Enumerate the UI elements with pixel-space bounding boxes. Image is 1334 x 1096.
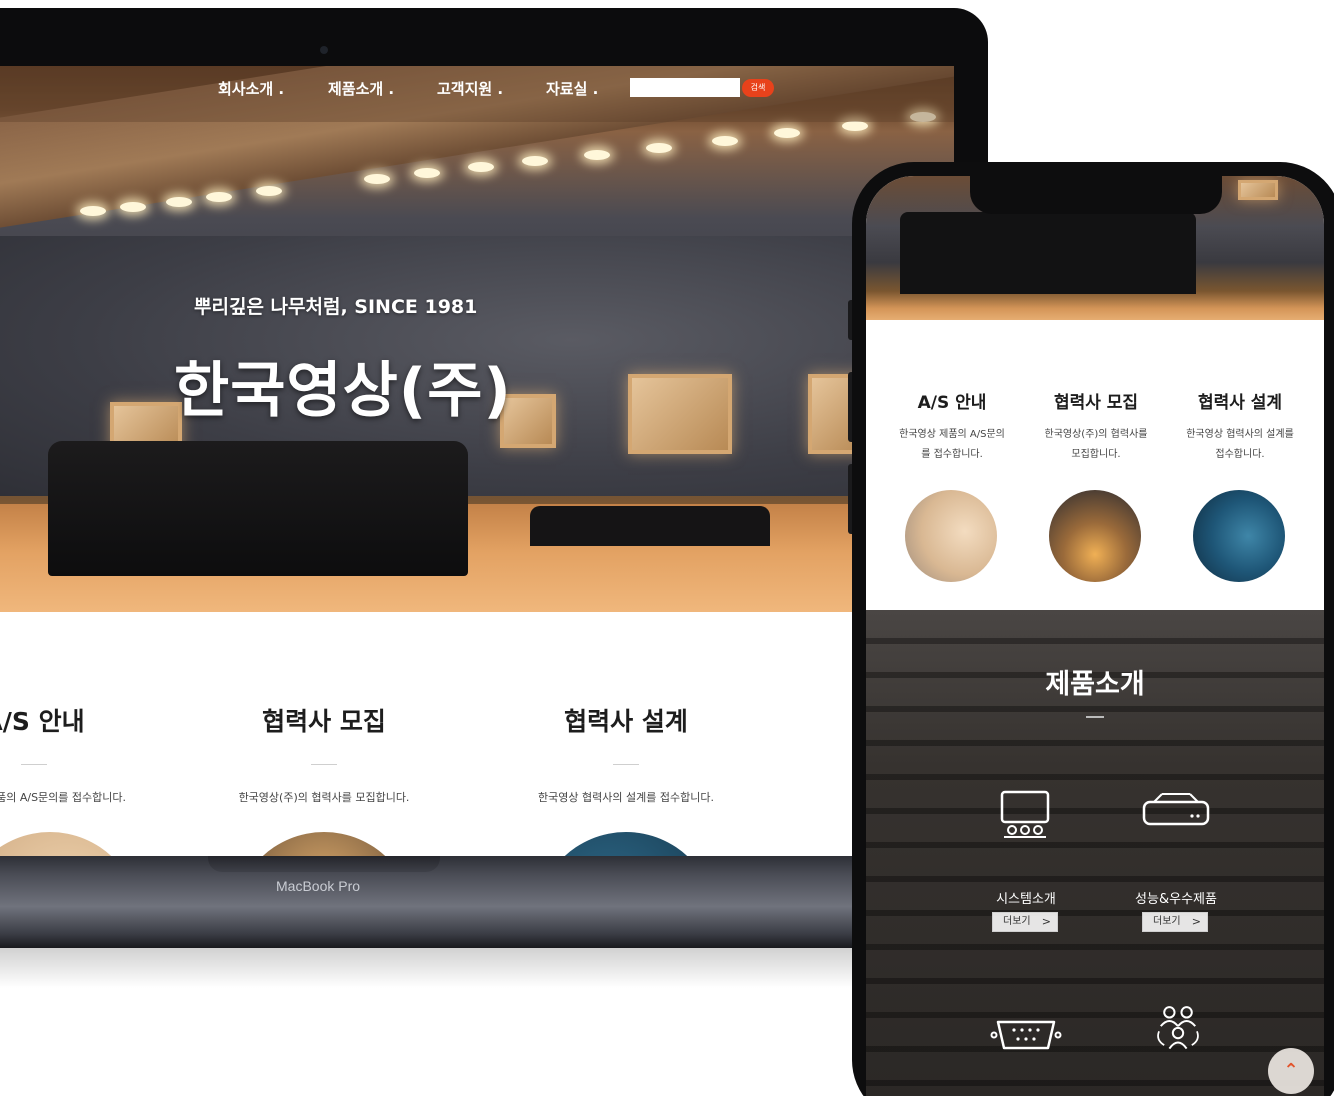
ceiling-light (206, 192, 232, 202)
service-partner-design: 협력사 설계 한국영상 협력사의 설계를 접수합니다. (496, 702, 756, 805)
ceiling-light (774, 128, 800, 138)
service-image[interactable] (536, 832, 716, 856)
service-title: A/S 안내 (917, 393, 987, 413)
laptop-base: MacBook Pro (0, 856, 1000, 948)
ceiling-light (468, 162, 494, 172)
service-image[interactable] (905, 490, 997, 582)
nav-item-archive[interactable]: 자료실 . (546, 78, 598, 99)
more-button-label: 더보기 (1003, 916, 1031, 927)
wall-frame (628, 374, 732, 454)
connector-icon[interactable] (990, 1010, 1062, 1060)
hero-title: 한국영상(주) (174, 356, 512, 426)
service-partner-design: 협력사 설계 한국영상 협력사의 설계를 접수합니다. (1170, 388, 1310, 465)
ceiling-light (80, 206, 106, 216)
scroll-top-button[interactable]: ⌃ (1268, 1048, 1314, 1094)
service-title: 협력사 설계 (564, 707, 688, 736)
service-text-line: 모집합니다. (1071, 449, 1121, 460)
divider (613, 764, 639, 765)
ceiling-light (646, 143, 672, 153)
service-text: 한국영상 협력사의 설계를 접수합니다. (538, 791, 714, 804)
divider (21, 764, 47, 765)
nav-item-support[interactable]: 고객지원 . (437, 78, 503, 99)
ceiling-light (712, 136, 738, 146)
more-button[interactable]: 더보기 > (1142, 912, 1208, 932)
ceiling-light (166, 197, 192, 207)
hero-tagline: 뿌리깊은 나무처럼, SINCE 1981 (194, 296, 478, 318)
phone-services-section: A/S 안내 한국영상 제품의 A/S문의 를 접수합니다. 협력사 모집 한국… (866, 320, 1324, 610)
products-title: 제품소개 (1045, 669, 1145, 700)
ceiling-light (256, 186, 282, 196)
service-image[interactable] (234, 832, 414, 856)
hero-chair (48, 441, 468, 576)
ceiling-light (842, 121, 868, 131)
services-section: A/S 안내 한국영상 제품의 A/S문의를 접수합니다. 협력사 모집 한국영… (0, 612, 954, 856)
phone-products-section: 제품소개 시스템소개 성능&우수제품 더보기 > 더보기 > (866, 610, 1324, 1096)
service-image[interactable] (1049, 490, 1141, 582)
service-as: A/S 안내 한국영상 제품의 A/S문의를 접수합니다. (0, 702, 164, 805)
ceiling-light (414, 168, 440, 178)
projector-icon[interactable] (1140, 790, 1212, 840)
phone-screen: A/S 안내 한국영상 제품의 A/S문의 를 접수합니다. 협력사 모집 한국… (866, 176, 1324, 1096)
nav-item-company[interactable]: 회사소개 . (218, 78, 284, 99)
top-navigation: 회사소개 . 제품소개 . 고객지원 . 자료실 . 검색 (0, 66, 954, 122)
service-title: 협력사 모집 (262, 707, 386, 736)
wall-frame (1238, 180, 1278, 200)
phone-notch (970, 176, 1222, 214)
service-as: A/S 안내 한국영상 제품의 A/S문의 를 접수합니다. (882, 388, 1022, 465)
service-title: A/S 안내 (0, 707, 85, 736)
search-button[interactable]: 검색 (742, 79, 774, 97)
service-text: 한국영상 제품의 A/S문의 를 접수합니다. (882, 425, 1022, 465)
hero-chair (900, 212, 1196, 294)
service-partner-recruit: 협력사 모집 한국영상(주)의 협력사를 모집합니다. (194, 702, 454, 805)
laptop-brand-label: MacBook Pro (276, 878, 361, 894)
more-button[interactable]: 더보기 > (992, 912, 1058, 932)
search-input[interactable] (630, 78, 740, 97)
ceiling-light (120, 202, 146, 212)
people-icon[interactable] (1142, 1002, 1214, 1052)
product-label: 성능&우수제품 (1135, 892, 1217, 907)
service-text-line: 한국영상(주)의 협력사를 (1044, 429, 1148, 440)
camera-icon (320, 46, 328, 54)
chevron-up-icon: ⌃ (1283, 1060, 1299, 1081)
service-text-line: 를 접수합니다. (921, 449, 983, 460)
hero-chair (530, 506, 770, 546)
laptop-shadow (0, 948, 1000, 988)
hero-banner: 회사소개 . 제품소개 . 고객지원 . 자료실 . 검색 뿌리깊은 나무처럼,… (0, 66, 954, 612)
divider (311, 764, 337, 765)
ceiling-light (364, 174, 390, 184)
ceiling-light (522, 156, 548, 166)
service-image[interactable] (0, 832, 140, 856)
divider (1086, 716, 1104, 718)
service-title: 협력사 설계 (1197, 393, 1283, 413)
service-text: 한국영상(주)의 협력사를 모집합니다. (1026, 425, 1166, 465)
ceiling-light (584, 150, 610, 160)
chevron-right-icon: > (1191, 915, 1201, 928)
service-text-line: 한국영상 협력사의 설계를 (1186, 429, 1294, 440)
laptop-screen: 회사소개 . 제품소개 . 고객지원 . 자료실 . 검색 뿌리깊은 나무처럼,… (0, 66, 954, 856)
service-text: 한국영상 협력사의 설계를 접수합니다. (1170, 425, 1310, 465)
product-label: 시스템소개 (996, 892, 1056, 907)
service-text-line: 한국영상 제품의 A/S문의 (899, 429, 1005, 440)
laptop-notch (208, 856, 440, 872)
service-text: 한국영상(주)의 협력사를 모집합니다. (238, 791, 410, 804)
service-image[interactable] (1193, 490, 1285, 582)
service-partner-recruit: 협력사 모집 한국영상(주)의 협력사를 모집합니다. (1026, 388, 1166, 465)
chevron-right-icon: > (1041, 915, 1051, 928)
service-text: 한국영상 제품의 A/S문의를 접수합니다. (0, 791, 126, 804)
nav-item-products[interactable]: 제품소개 . (328, 78, 394, 99)
service-text-line: 접수합니다. (1215, 449, 1265, 460)
monitor-icon[interactable] (990, 790, 1062, 840)
service-title: 협력사 모집 (1053, 393, 1139, 413)
more-button-label: 더보기 (1153, 916, 1181, 927)
